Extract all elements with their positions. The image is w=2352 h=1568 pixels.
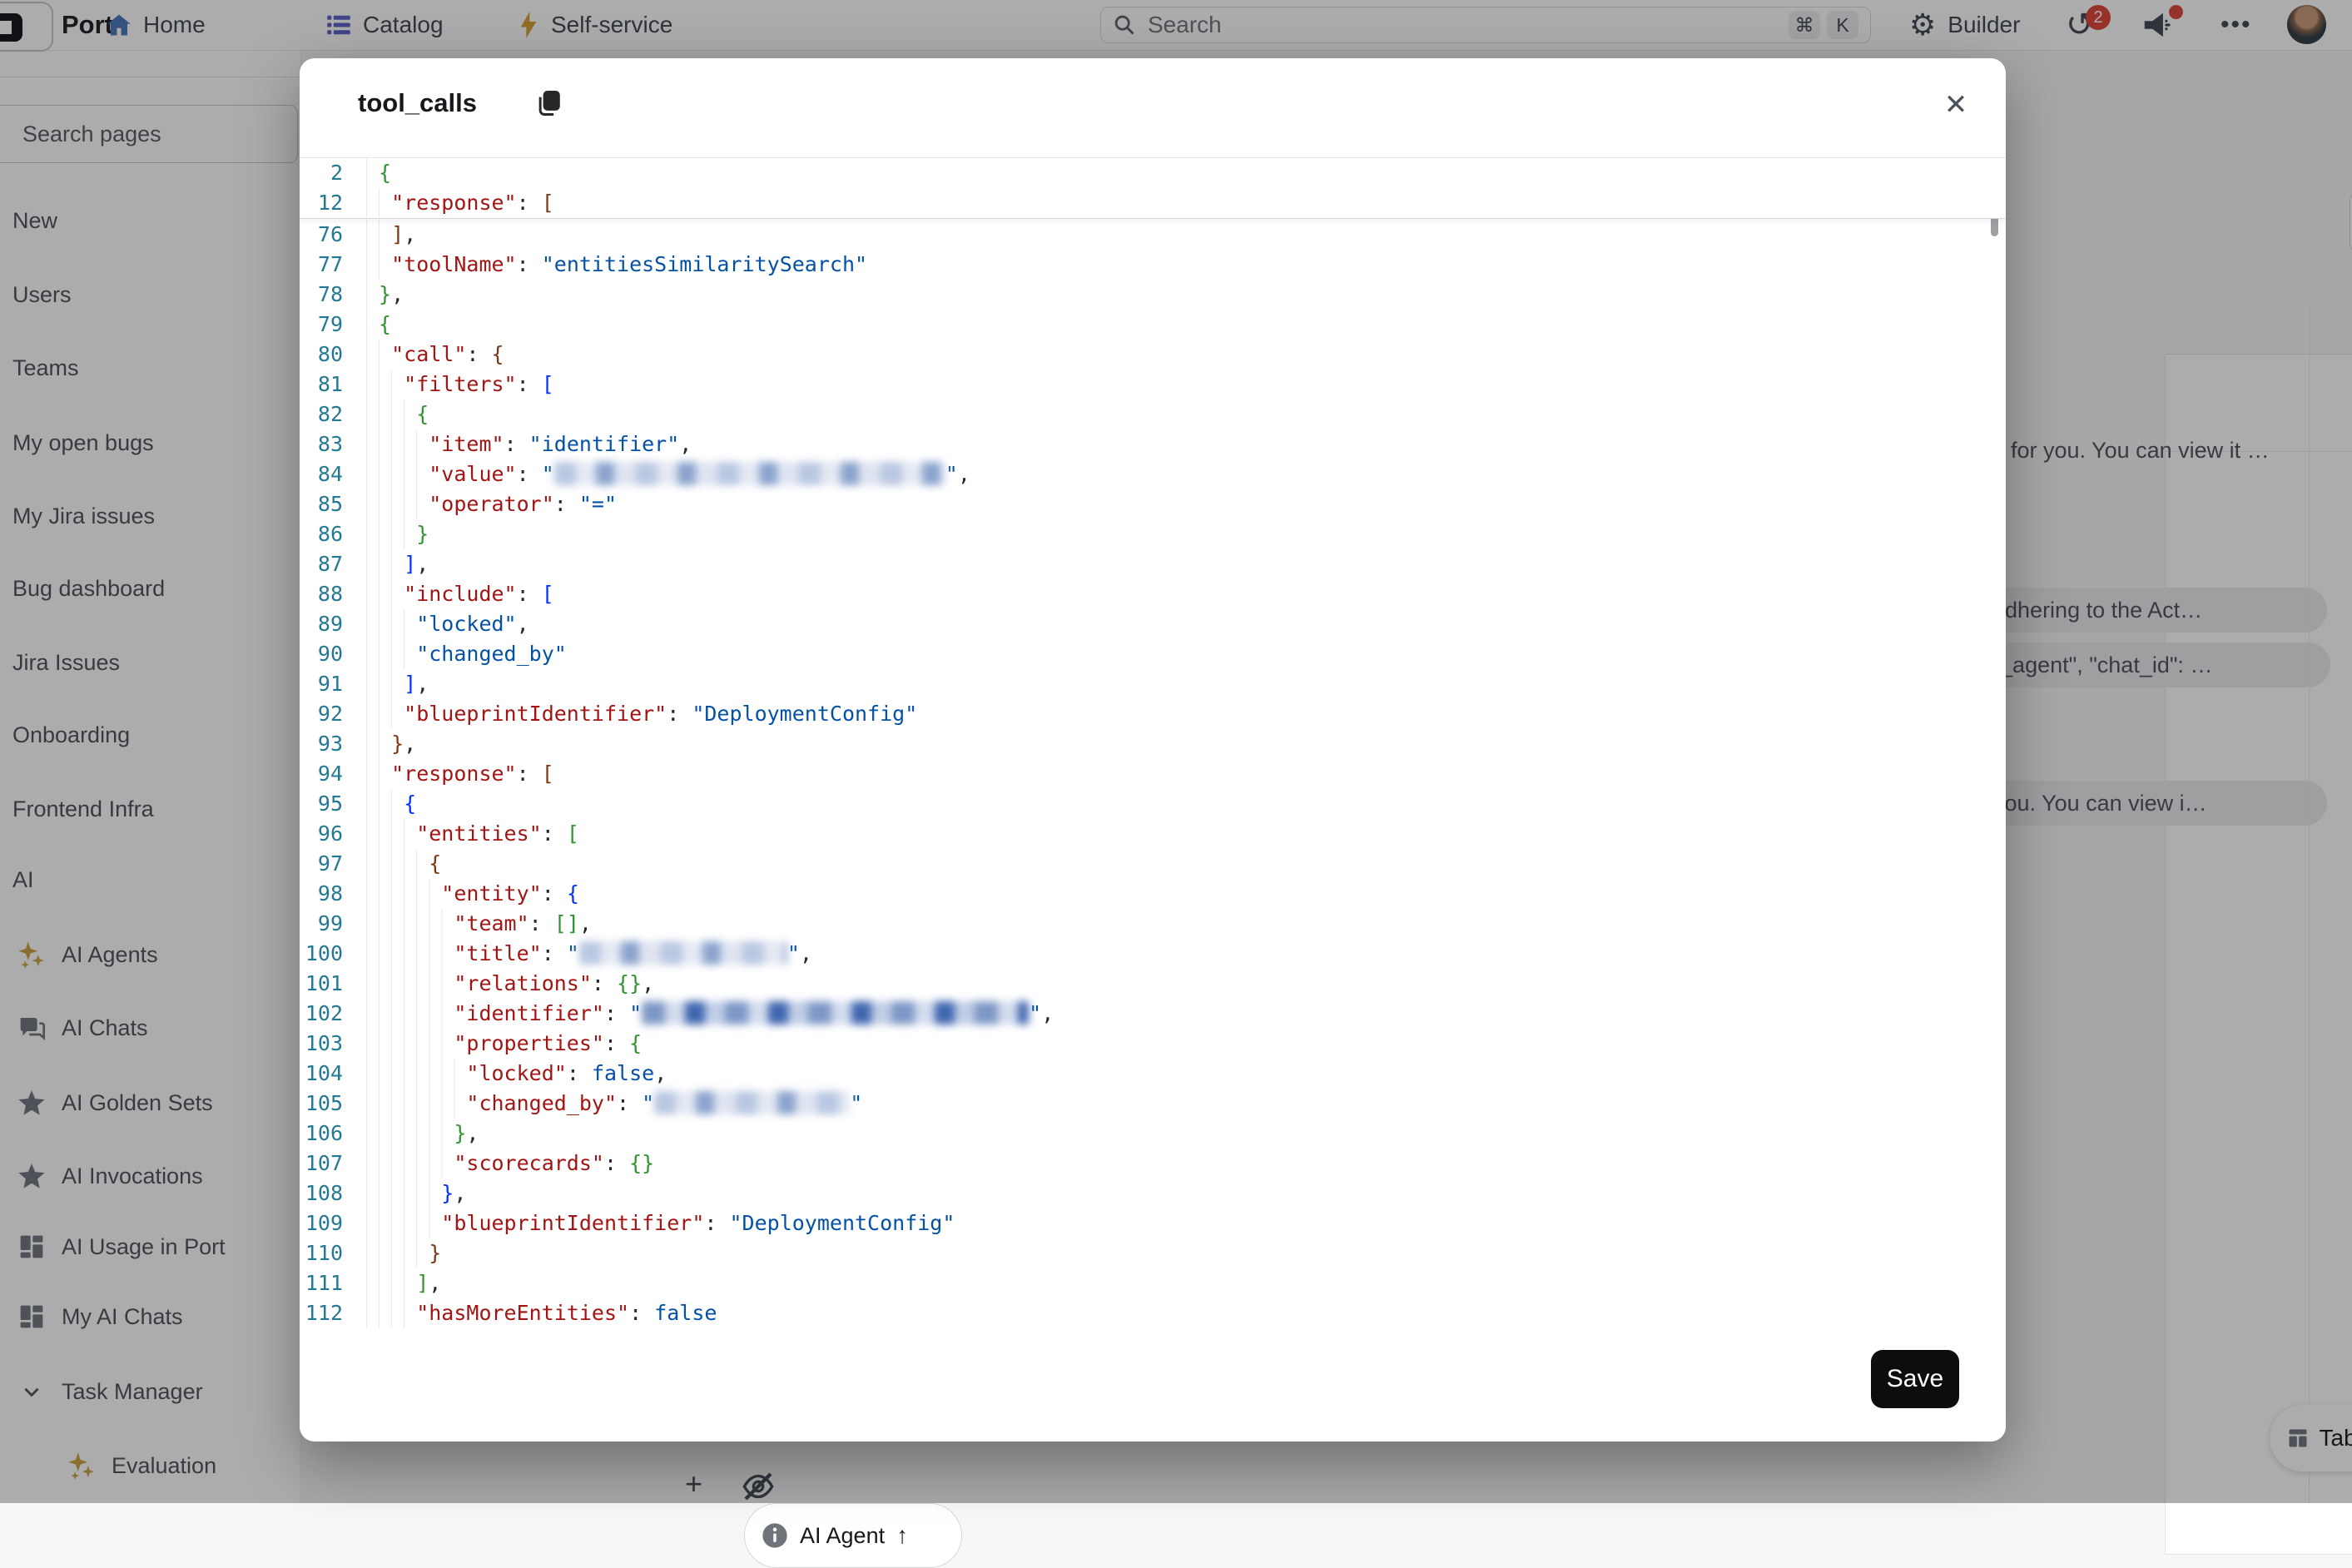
code-line-84: 84"value": "", xyxy=(300,459,2006,489)
code-line-96: 96"entities": [ xyxy=(300,819,2006,849)
line-number: 80 xyxy=(300,340,343,370)
line-number: 93 xyxy=(300,729,343,759)
code-line-81: 81"filters": [ xyxy=(300,370,2006,399)
json-code-editor[interactable]: 2{12"response": [ 76],77"toolName": "ent… xyxy=(300,158,2006,1330)
line-number: 105 xyxy=(300,1089,343,1119)
line-number: 112 xyxy=(300,1298,343,1328)
line-number: 96 xyxy=(300,819,343,849)
arrow-up-icon: ↑ xyxy=(896,1522,908,1549)
line-number: 106 xyxy=(300,1119,343,1149)
line-number: 88 xyxy=(300,579,343,609)
code-line-110: 110} xyxy=(300,1238,2006,1268)
code-line-77: 77"toolName": "entitiesSimilaritySearch" xyxy=(300,250,2006,280)
code-line-103: 103"properties": { xyxy=(300,1029,2006,1059)
code-line-106: 106}, xyxy=(300,1119,2006,1149)
redacted-value xyxy=(579,941,787,965)
line-number: 12 xyxy=(300,188,343,218)
code-line-86: 86} xyxy=(300,519,2006,549)
line-number: 79 xyxy=(300,310,343,340)
info-icon xyxy=(762,1522,788,1549)
code-line-100: 100"title": "", xyxy=(300,939,2006,969)
line-number: 87 xyxy=(300,549,343,579)
sticky-scroll-lines: 2{12"response": [ xyxy=(300,158,2006,219)
line-number: 78 xyxy=(300,280,343,310)
line-number: 77 xyxy=(300,250,343,280)
code-line-91: 91], xyxy=(300,669,2006,699)
line-number: 89 xyxy=(300,609,343,639)
line-number: 94 xyxy=(300,759,343,789)
line-number: 102 xyxy=(300,999,343,1029)
line-number: 109 xyxy=(300,1208,343,1238)
ai-agent-chip[interactable]: AI Agent ↑ xyxy=(744,1503,962,1568)
line-number: 110 xyxy=(300,1238,343,1268)
code-line-99: 99"team": [], xyxy=(300,909,2006,939)
code-line-92: 92"blueprintIdentifier": "DeploymentConf… xyxy=(300,699,2006,729)
code-line-12: 12"response": [ xyxy=(300,188,2006,218)
code-line-98: 98"entity": { xyxy=(300,879,2006,909)
code-line-111: 111], xyxy=(300,1268,2006,1298)
line-number: 95 xyxy=(300,789,343,819)
copy-icon[interactable] xyxy=(536,90,561,117)
line-number: 76 xyxy=(300,220,343,250)
code-line-101: 101"relations": {}, xyxy=(300,969,2006,999)
modal-footer: Save xyxy=(300,1330,2006,1441)
line-number: 99 xyxy=(300,909,343,939)
line-number: 103 xyxy=(300,1029,343,1059)
code-line-104: 104"locked": false, xyxy=(300,1059,2006,1089)
line-number: 100 xyxy=(300,939,343,969)
code-line-95: 95{ xyxy=(300,789,2006,819)
code-lines: 76],77"toolName": "entitiesSimilaritySea… xyxy=(300,220,2006,1328)
close-icon[interactable]: ✕ xyxy=(1936,85,1976,125)
line-number: 2 xyxy=(300,158,343,188)
code-line-109: 109"blueprintIdentifier": "DeploymentCon… xyxy=(300,1208,2006,1238)
code-line-112: 112"hasMoreEntities": false xyxy=(300,1298,2006,1328)
line-number: 90 xyxy=(300,639,343,669)
code-line-102: 102"identifier": "", xyxy=(300,999,2006,1029)
line-number: 84 xyxy=(300,459,343,489)
code-line-89: 89"locked", xyxy=(300,609,2006,639)
modal-title: tool_calls xyxy=(358,88,477,118)
line-number: 83 xyxy=(300,429,343,459)
code-line-82: 82{ xyxy=(300,399,2006,429)
code-line-90: 90"changed_by" xyxy=(300,639,2006,669)
code-line-97: 97{ xyxy=(300,849,2006,879)
code-line-105: 105"changed_by": "" xyxy=(300,1089,2006,1119)
code-line-85: 85"operator": "=" xyxy=(300,489,2006,519)
code-line-108: 108}, xyxy=(300,1178,2006,1208)
line-number: 86 xyxy=(300,519,343,549)
line-number: 85 xyxy=(300,489,343,519)
code-line-80: 80"call": { xyxy=(300,340,2006,370)
redacted-value xyxy=(642,1001,1029,1025)
tool-calls-modal: tool_calls ✕ 2{12"response": [ 76],77"to… xyxy=(300,58,2006,1441)
line-number: 98 xyxy=(300,879,343,909)
line-number: 81 xyxy=(300,370,343,399)
line-number: 111 xyxy=(300,1268,343,1298)
code-line-88: 88"include": [ xyxy=(300,579,2006,609)
line-number: 92 xyxy=(300,699,343,729)
line-number: 82 xyxy=(300,399,343,429)
code-line-87: 87], xyxy=(300,549,2006,579)
ai-agent-label: AI Agent xyxy=(800,1523,885,1549)
code-line-94: 94"response": [ xyxy=(300,759,2006,789)
code-line-79: 79{ xyxy=(300,310,2006,340)
line-number: 91 xyxy=(300,669,343,699)
line-number: 101 xyxy=(300,969,343,999)
line-number: 108 xyxy=(300,1178,343,1208)
code-line-93: 93}, xyxy=(300,729,2006,759)
save-button[interactable]: Save xyxy=(1871,1350,1959,1408)
line-number: 97 xyxy=(300,849,343,879)
line-number: 104 xyxy=(300,1059,343,1089)
redacted-value xyxy=(554,462,945,485)
code-line-76: 76], xyxy=(300,220,2006,250)
redacted-value xyxy=(654,1091,850,1114)
code-line-107: 107"scorecards": {} xyxy=(300,1149,2006,1178)
line-number: 107 xyxy=(300,1149,343,1178)
code-line-83: 83"item": "identifier", xyxy=(300,429,2006,459)
code-line-2: 2{ xyxy=(300,158,2006,188)
code-line-78: 78}, xyxy=(300,280,2006,310)
